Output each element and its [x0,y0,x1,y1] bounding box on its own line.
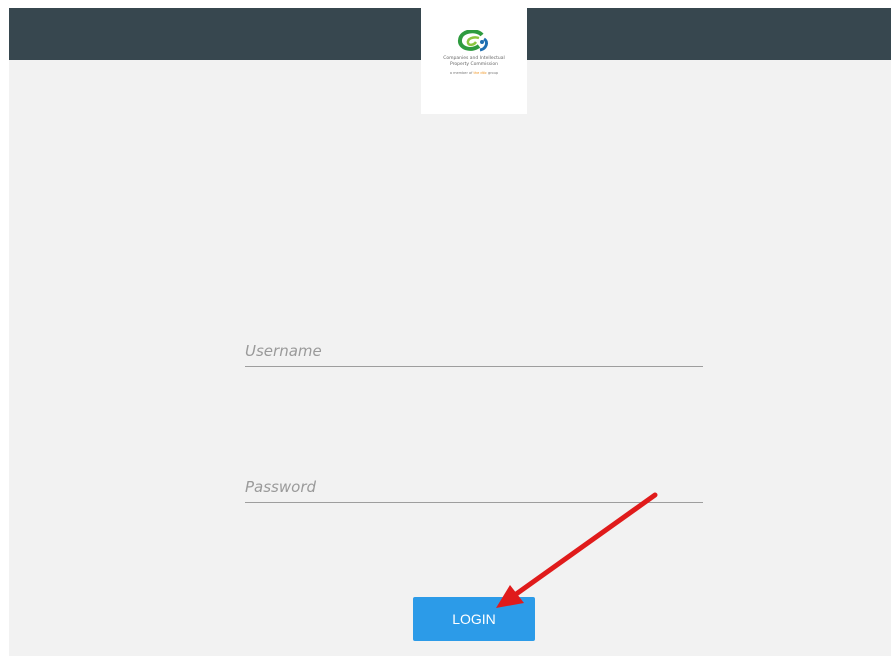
username-input[interactable] [245,336,703,366]
logo-line-1: Companies and Intellectual [443,56,505,61]
username-field [245,336,703,367]
logo-tagline: a member of the dtic group [421,71,527,75]
cipc-logo-icon [458,30,489,52]
password-field [245,472,703,503]
logo-line-2: Property Commission [450,62,498,67]
logo-tagline-suffix: group [486,71,499,75]
password-input[interactable] [245,472,703,502]
cipc-logo: Companies and Intellectual Property Comm… [421,8,527,114]
login-button[interactable]: LOGIN [413,597,535,641]
logo-tagline-brand: the dtic [473,71,487,75]
logo-tagline-prefix: a member of [449,71,474,75]
login-page: Companies and Intellectual Property Comm… [0,0,891,656]
